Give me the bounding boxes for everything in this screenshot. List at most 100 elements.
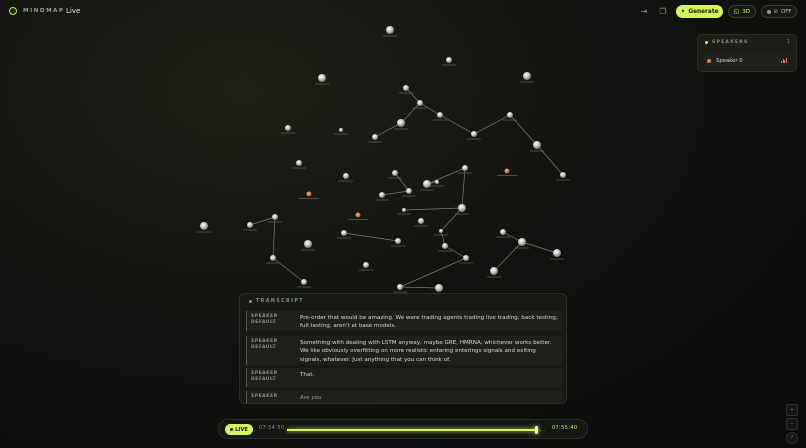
graph-node-highlight[interactable] xyxy=(355,212,361,218)
graph-node[interactable] xyxy=(343,173,349,179)
graph-node[interactable] xyxy=(395,238,401,244)
graph-node-label xyxy=(458,172,472,174)
speakers-panel: SPEAKERS 1 Speaker 0 xyxy=(697,34,797,72)
graph-node-label xyxy=(359,269,373,271)
graph-node[interactable] xyxy=(423,180,431,188)
graph-node[interactable] xyxy=(437,112,443,118)
graph-node[interactable] xyxy=(490,267,498,275)
help-button[interactable]: ? xyxy=(786,432,798,444)
graph-edge xyxy=(399,286,440,289)
graph-node[interactable] xyxy=(372,134,378,140)
graph-node[interactable] xyxy=(553,249,561,257)
transcript-speaker: SPEAKER DEFAULT xyxy=(251,339,278,351)
graph-node[interactable] xyxy=(406,188,412,194)
graph-node[interactable] xyxy=(507,112,513,118)
graph-node[interactable] xyxy=(341,230,347,236)
graph-node[interactable] xyxy=(439,229,443,233)
transcript-speaker: SPEAKER DEFAULT xyxy=(251,371,278,383)
graph-node[interactable] xyxy=(397,284,403,290)
graph-node[interactable] xyxy=(446,57,452,63)
graph-nodes[interactable] xyxy=(197,26,570,295)
transcript-panel[interactable]: TRANSCRIPT SPEAKER DEFAULT Pre-order tha… xyxy=(239,293,567,404)
graph-node[interactable] xyxy=(363,262,369,268)
page-title: Live xyxy=(66,7,81,15)
sparkle-icon: ✦ xyxy=(680,8,686,15)
zoom-in-button[interactable]: + xyxy=(786,404,798,416)
speaker-item[interactable]: Speaker 0 xyxy=(703,54,791,67)
view-3d-button[interactable]: ◱ 3D xyxy=(728,5,756,18)
toggle-off-button[interactable]: ⊘ OFF xyxy=(761,5,797,18)
graph-node[interactable] xyxy=(200,222,208,230)
graph-node[interactable] xyxy=(418,218,424,224)
graph-node[interactable] xyxy=(458,204,466,212)
graph-node-label xyxy=(434,234,448,236)
graph-node-label xyxy=(430,185,444,187)
live-dot-icon xyxy=(230,428,234,431)
speaker-color-dot xyxy=(707,58,711,63)
speaker-name: Speaker 0 xyxy=(716,57,743,64)
graph-node[interactable] xyxy=(379,192,385,198)
graph-node-label xyxy=(391,245,405,247)
graph-node[interactable] xyxy=(435,284,443,292)
graph-node[interactable] xyxy=(417,100,423,106)
graph-node[interactable] xyxy=(339,128,343,132)
generate-button[interactable]: ✦ Generate xyxy=(676,5,723,18)
mic-off-icon: ⊘ xyxy=(773,8,779,15)
graph-node-highlight[interactable] xyxy=(306,191,312,197)
timeline-playhead[interactable] xyxy=(535,426,539,434)
graph-node-label xyxy=(496,236,510,238)
speakers-header: SPEAKERS xyxy=(705,40,749,45)
graph-node[interactable] xyxy=(523,72,531,80)
copy-icon[interactable]: ❐ xyxy=(656,5,670,18)
transcript-text: That. xyxy=(300,372,315,378)
graph-node-label xyxy=(455,213,469,215)
graph-node[interactable] xyxy=(403,85,409,91)
graph-node-label xyxy=(348,219,368,220)
graph-node-highlight[interactable] xyxy=(504,168,510,174)
graph-node[interactable] xyxy=(442,243,448,249)
graph-node[interactable] xyxy=(397,119,405,127)
graph-node[interactable] xyxy=(272,214,278,220)
graph-node[interactable] xyxy=(392,170,398,176)
transcript-text: Are you xyxy=(300,395,322,401)
graph-node[interactable] xyxy=(285,125,291,131)
graph-node[interactable] xyxy=(402,208,406,212)
timeline-bar[interactable]: LIVE 07:54:50 07:55:40 xyxy=(218,419,588,439)
graph-node[interactable] xyxy=(500,229,506,235)
graph-node[interactable] xyxy=(518,238,526,246)
graph-node[interactable] xyxy=(462,165,468,171)
graph-node[interactable] xyxy=(301,279,307,285)
graph-edge xyxy=(272,257,305,283)
transcript-entry: SPEAKER DEFAULT That. xyxy=(246,368,562,387)
graph-node-label xyxy=(497,175,517,176)
graph-node[interactable] xyxy=(386,26,394,34)
graph-node[interactable] xyxy=(435,180,439,184)
live-button[interactable]: LIVE xyxy=(225,424,253,435)
graph-node[interactable] xyxy=(296,160,302,166)
graph-node[interactable] xyxy=(471,131,477,137)
graph-node[interactable] xyxy=(247,222,253,228)
graph-node[interactable] xyxy=(304,240,312,248)
timeline-progress xyxy=(287,429,537,431)
logo-icon xyxy=(9,7,17,15)
graph-node[interactable] xyxy=(270,255,276,261)
transcript-dot-icon xyxy=(249,300,252,303)
timeline-scrubber[interactable] xyxy=(287,426,547,434)
graph-node-label xyxy=(397,213,411,215)
zoom-out-button[interactable]: − xyxy=(786,418,798,430)
graph-node-label xyxy=(402,195,416,197)
graph-node-label xyxy=(520,81,534,83)
graph-edge xyxy=(249,216,276,226)
graph-node-label xyxy=(301,249,315,251)
graph-node-label xyxy=(368,141,382,143)
graph-node-label xyxy=(243,229,257,231)
graph-node-label xyxy=(266,262,280,264)
login-icon[interactable]: ⇥ xyxy=(637,5,651,18)
graph-node[interactable] xyxy=(533,141,541,149)
graph-node[interactable] xyxy=(560,172,566,178)
live-label: LIVE xyxy=(235,426,248,433)
graph-node-label xyxy=(339,180,353,182)
view-3d-label: 3D xyxy=(742,8,751,15)
graph-node[interactable] xyxy=(463,255,469,261)
graph-node[interactable] xyxy=(318,74,326,82)
